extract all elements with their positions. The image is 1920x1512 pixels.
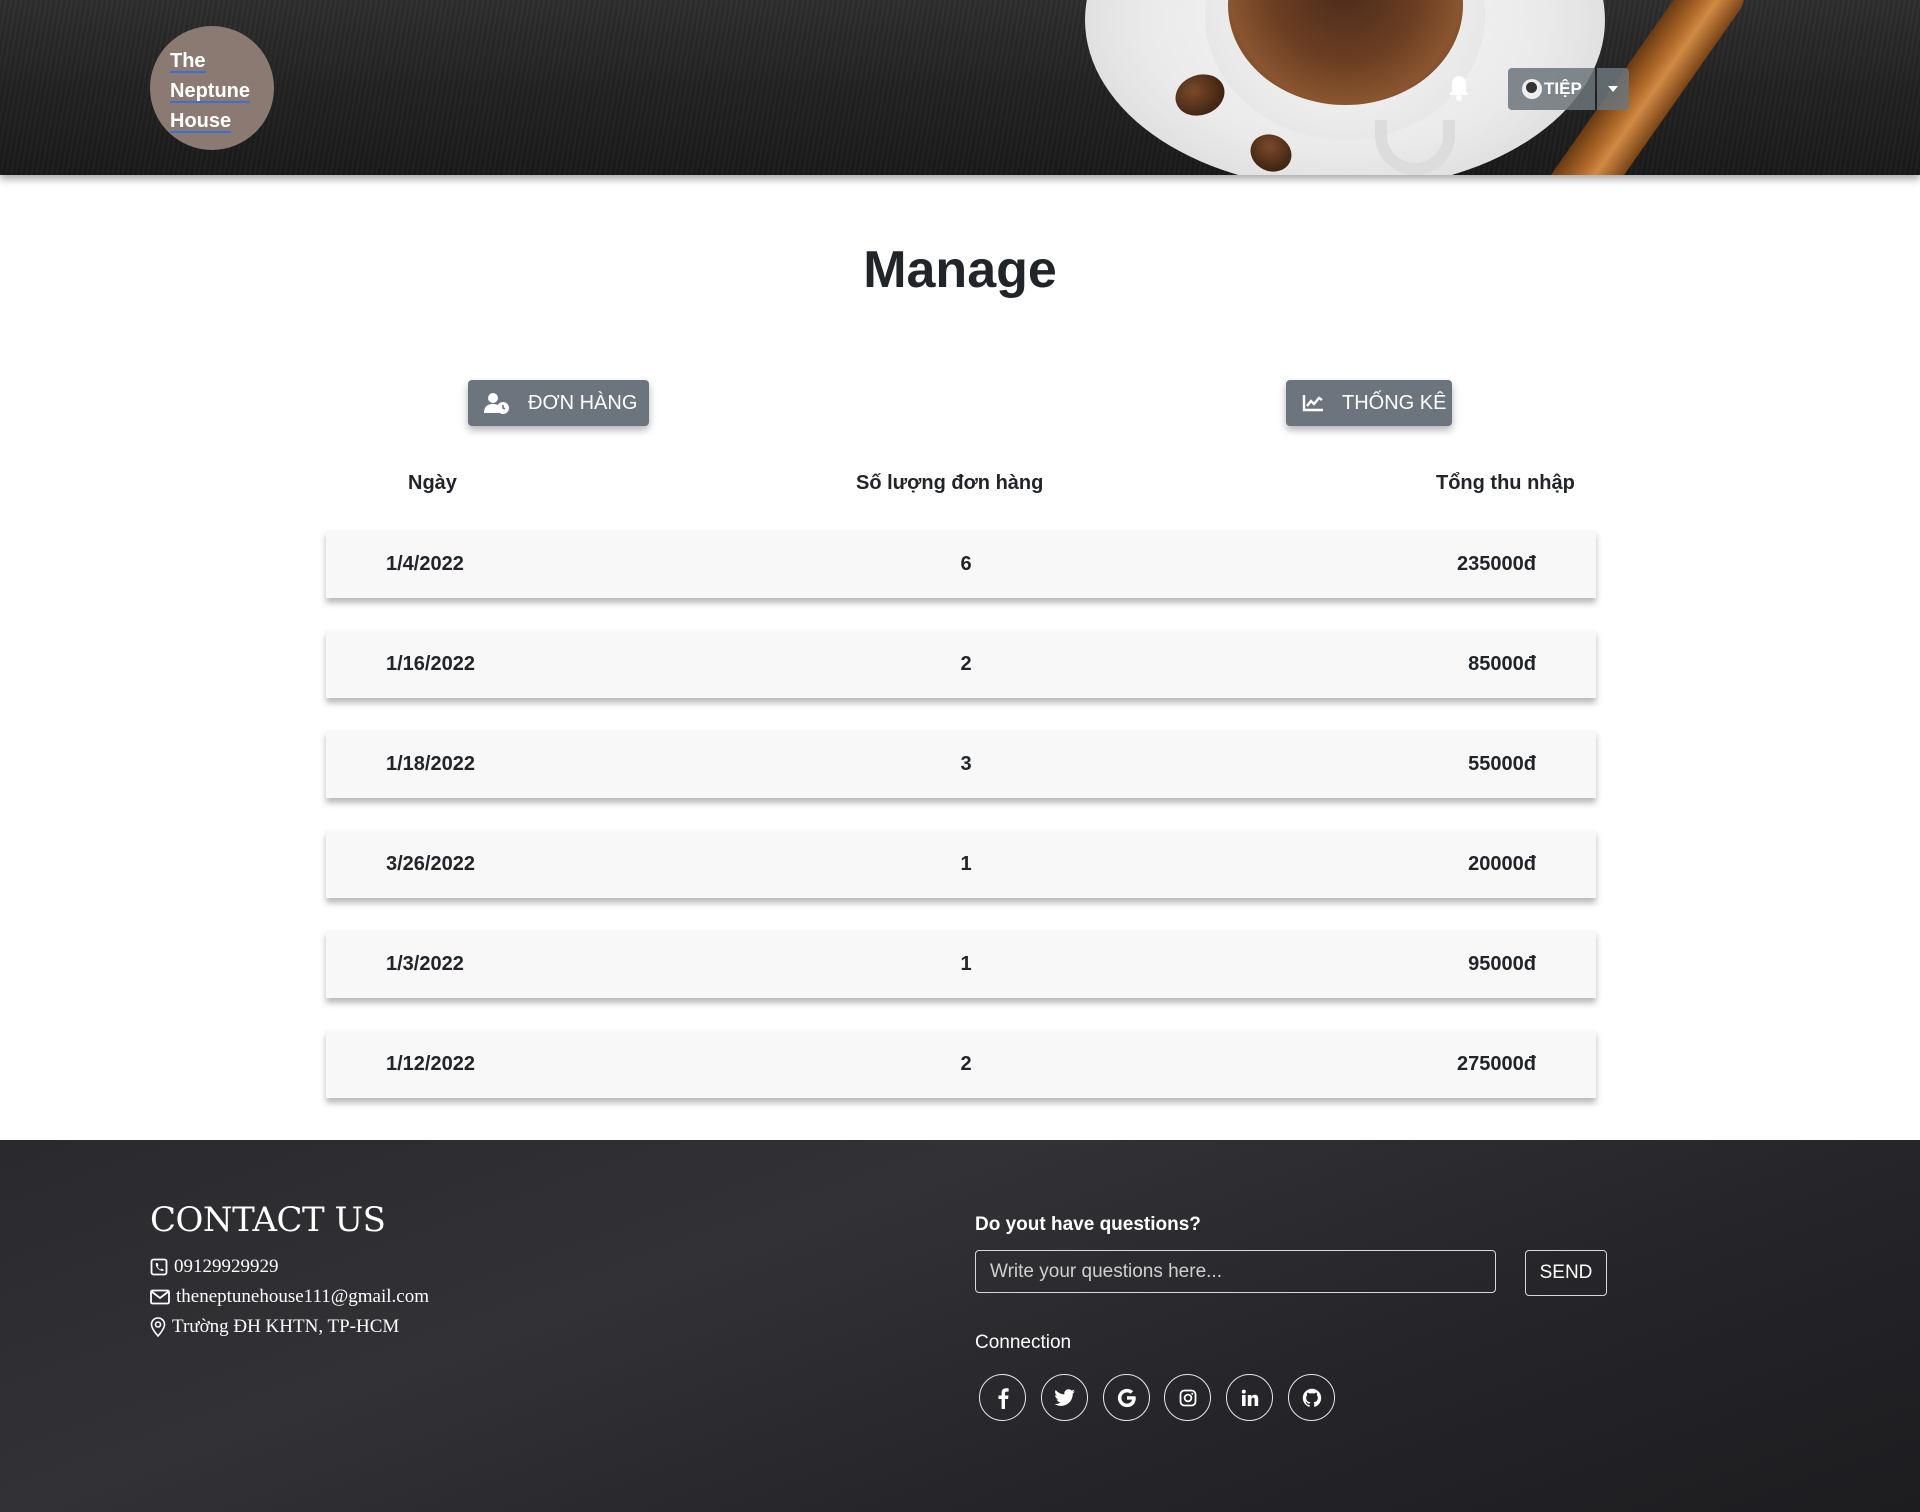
- question-label: Do yout have questions?: [975, 1214, 1201, 1235]
- table-row: 1/18/2022 3 55000đ: [326, 730, 1596, 798]
- user-name: TIỆP: [1544, 79, 1582, 98]
- row-total-income: 85000đ: [1468, 653, 1536, 675]
- contact-email-text: theneptunehouse111@gmail.com: [176, 1286, 430, 1307]
- row-order-count: 2: [960, 1053, 972, 1075]
- row-total-income: 235000đ: [1457, 553, 1536, 575]
- contact-phone-text: 09129929929: [174, 1256, 279, 1277]
- contact-email: theneptunehouse111@gmail.com: [150, 1286, 429, 1308]
- bell-icon[interactable]: [1447, 74, 1471, 102]
- row-order-count: 6: [960, 553, 972, 575]
- table-row: 1/4/2022 6 235000đ: [326, 530, 1596, 598]
- google-icon[interactable]: [1103, 1374, 1150, 1421]
- contact-phone: 09129929929: [150, 1256, 279, 1278]
- contact-title: CONTACT US: [150, 1200, 386, 1240]
- user-menu-button[interactable]: TIỆP: [1508, 68, 1595, 110]
- table-row: 1/3/2022 1 95000đ: [326, 930, 1596, 998]
- row-total-income: 95000đ: [1468, 953, 1536, 975]
- table-row: 1/12/2022 2 275000đ: [326, 1030, 1596, 1098]
- site-footer: CONTACT US 09129929929 theneptunehouse11…: [0, 1140, 1920, 1512]
- tab-orders-label: ĐƠN HÀNG: [528, 391, 638, 414]
- instagram-icon[interactable]: [1164, 1374, 1211, 1421]
- github-icon[interactable]: [1288, 1374, 1335, 1421]
- contact-address-text: Trường ĐH KHTN, TP-HCM: [172, 1316, 400, 1337]
- table-row: 1/16/2022 2 85000đ: [326, 630, 1596, 698]
- logo-line: Neptune: [170, 80, 250, 102]
- logo-line: House: [170, 110, 232, 132]
- caret-down-icon: [1608, 86, 1618, 92]
- user-clock-icon: [484, 393, 509, 414]
- row-order-count: 3: [960, 753, 972, 775]
- row-order-count: 1: [960, 853, 972, 875]
- row-order-count: 1: [960, 953, 972, 975]
- column-header-date: Ngày: [408, 472, 457, 494]
- logo-line: The: [170, 50, 206, 72]
- user-menu-toggle[interactable]: [1597, 68, 1629, 110]
- row-order-count: 2: [960, 653, 972, 675]
- tab-statistics-label: THỐNG KÊ: [1342, 391, 1447, 414]
- envelope-icon: [150, 1289, 170, 1305]
- linkedin-icon[interactable]: [1226, 1374, 1273, 1421]
- tab-orders[interactable]: ĐƠN HÀNG: [468, 380, 649, 426]
- twitter-icon[interactable]: [1041, 1374, 1088, 1421]
- map-pin-icon: [150, 1317, 166, 1337]
- avatar: [1522, 79, 1542, 99]
- chart-line-icon: [1302, 395, 1323, 412]
- send-button[interactable]: SEND: [1525, 1250, 1607, 1296]
- contact-address: Trường ĐH KHTN, TP-HCM: [150, 1316, 399, 1338]
- facebook-icon[interactable]: [979, 1374, 1026, 1421]
- column-header-total-income: Tổng thu nhập: [1436, 472, 1575, 494]
- question-input[interactable]: [975, 1250, 1496, 1293]
- logo-text[interactable]: The Neptune House: [170, 46, 280, 136]
- page-title: Manage: [863, 241, 1057, 299]
- phone-icon: [150, 1258, 168, 1276]
- column-header-order-count: Số lượng đơn hàng: [856, 472, 1044, 494]
- row-total-income: 275000đ: [1457, 1053, 1536, 1075]
- table-row: 3/26/2022 1 20000đ: [326, 830, 1596, 898]
- tab-statistics[interactable]: THỐNG KÊ: [1286, 380, 1452, 426]
- row-total-income: 55000đ: [1468, 753, 1536, 775]
- site-header: The Neptune House TIỆP: [0, 0, 1920, 175]
- connection-label: Connection: [975, 1332, 1072, 1353]
- row-total-income: 20000đ: [1468, 853, 1536, 875]
